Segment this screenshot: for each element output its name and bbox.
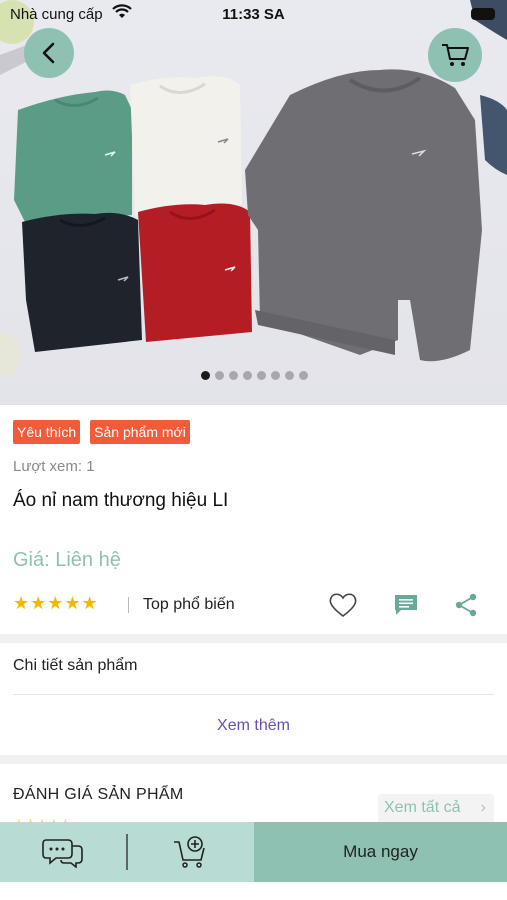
add-to-cart-button[interactable]	[172, 834, 208, 875]
bottom-action-bar: Mua ngay	[0, 822, 507, 882]
share-icon	[455, 593, 477, 617]
rating-row: ★★★★★ Top phổ biến	[13, 593, 493, 618]
review-section: ĐÁNH GIÁ SẢN PHẨM Xem tất cả › ★★★★★	[0, 764, 507, 831]
home-indicator-area	[0, 882, 507, 900]
status-bar: Nhà cung cấp 11:33 SA	[0, 0, 507, 30]
buy-now-button[interactable]: Mua ngay	[254, 822, 507, 882]
cart-icon	[442, 44, 469, 66]
badge-list: Yêu thích Sản phẩm mới	[13, 420, 190, 444]
pagination-dot[interactable]	[200, 371, 210, 380]
divider	[13, 694, 494, 695]
cart-button[interactable]	[428, 28, 482, 82]
product-price: Giá: Liên hệ	[13, 549, 121, 571]
back-button[interactable]	[24, 28, 74, 78]
product-name: Áo nỉ nam thương hiệu LI	[13, 490, 229, 511]
favorite-button[interactable]	[327, 589, 359, 621]
view-count: Lượt xem: 1	[13, 458, 95, 475]
divider	[128, 597, 129, 613]
view-all-label: Xem tất cả	[384, 799, 461, 816]
buy-now-label: Mua ngay	[343, 842, 418, 861]
chevron-right-icon: ›	[480, 799, 486, 816]
share-button[interactable]	[450, 589, 482, 621]
popular-label: Top phổ biến	[143, 596, 235, 613]
clock: 11:33 SA	[222, 6, 285, 23]
chevron-left-icon	[42, 42, 55, 64]
bottom-actions-left	[0, 822, 254, 882]
view-all-reviews-button[interactable]: Xem tất cả ›	[378, 794, 494, 824]
product-info: Yêu thích Sản phẩm mới Lượt xem: 1 Áo nỉ…	[0, 405, 507, 634]
comment-icon	[395, 595, 417, 615]
heart-icon	[329, 593, 357, 618]
pagination-dot[interactable]	[214, 371, 224, 380]
section-divider	[0, 634, 507, 643]
add-to-cart-icon	[174, 836, 205, 868]
product-image-gallery[interactable]: Nhà cung cấp 11:33 SA	[0, 0, 507, 405]
gallery-pagination	[0, 371, 507, 380]
pagination-dot[interactable]	[228, 371, 238, 380]
pagination-dot[interactable]	[242, 371, 252, 380]
comment-button[interactable]	[390, 589, 422, 621]
see-more-link[interactable]: Xem thêm	[0, 717, 507, 735]
pagination-dot[interactable]	[270, 371, 280, 380]
review-title: ĐÁNH GIÁ SẢN PHẨM	[13, 786, 184, 803]
chat-icon	[42, 839, 83, 869]
detail-title: Chi tiết sản phẩm	[13, 657, 138, 674]
new-product-badge: Sản phẩm mới	[90, 420, 190, 444]
pagination-dot[interactable]	[284, 371, 294, 380]
divider	[126, 834, 128, 870]
battery-icon	[471, 8, 495, 20]
chat-button[interactable]	[42, 836, 84, 873]
favorite-badge: Yêu thích	[13, 420, 81, 444]
pagination-dot[interactable]	[256, 371, 266, 380]
product-detail-section: Chi tiết sản phẩm Xem thêm	[0, 643, 507, 755]
pagination-dot[interactable]	[298, 371, 308, 380]
section-divider	[0, 755, 507, 764]
star-rating: ★★★★★	[13, 593, 99, 613]
